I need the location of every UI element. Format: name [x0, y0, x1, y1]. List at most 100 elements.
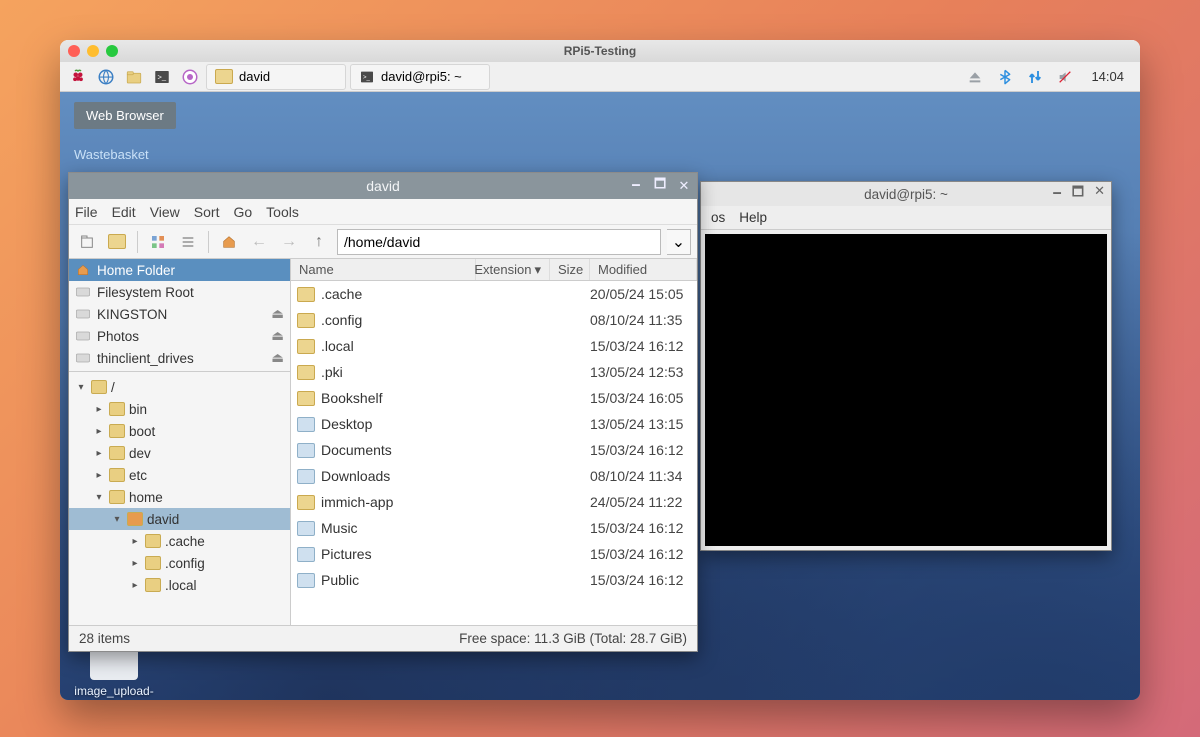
expand-toggle[interactable]: ▸	[93, 470, 105, 481]
list-view-icon[interactable]	[176, 230, 200, 254]
minimize-icon[interactable]: 🗕	[1053, 183, 1062, 205]
terminal-window[interactable]: david@rpi5: ~ 🗕 🗖 ✕ os Help	[700, 181, 1112, 551]
tree-node[interactable]: ▸ bin	[69, 398, 290, 420]
eject-icon[interactable]	[965, 67, 985, 87]
tree-node[interactable]: ▸.local	[69, 574, 290, 596]
expand-toggle[interactable]: ▾	[93, 492, 105, 503]
menu-item[interactable]: Help	[739, 210, 767, 225]
file-modified: 15/03/24 16:12	[590, 572, 697, 588]
raspberry-menu-icon[interactable]	[66, 65, 90, 89]
fm-titlebar[interactable]: david 🗕 🗖 ✕	[69, 173, 697, 199]
browser-launcher-icon[interactable]	[94, 65, 118, 89]
back-icon[interactable]: ←	[247, 230, 271, 254]
file-list[interactable]: .cache20/05/24 15:05.config08/10/24 11:3…	[291, 281, 697, 625]
bluetooth-icon[interactable]	[995, 67, 1015, 87]
desktop[interactable]: Web Browser Wastebasket image_upload- er…	[60, 92, 1140, 700]
file-name: Bookshelf	[321, 390, 382, 406]
tree-node[interactable]: ▸.config	[69, 552, 290, 574]
sidebar-place[interactable]: Photos⏏	[69, 325, 290, 347]
file-row[interactable]: .local15/03/24 16:12	[291, 333, 697, 359]
expand-toggle[interactable]: ▸	[93, 426, 105, 437]
folder-icon	[145, 534, 161, 548]
expand-toggle[interactable]: ▸	[129, 580, 141, 591]
expand-toggle[interactable]: ▸	[129, 558, 141, 569]
col-extension[interactable]: Extension ▾	[476, 259, 550, 280]
menu-tools[interactable]: Tools	[266, 204, 299, 220]
web-browser-button[interactable]: Web Browser	[74, 102, 176, 129]
wastebasket-label[interactable]: Wastebasket	[74, 147, 149, 162]
expand-toggle[interactable]: ▾	[111, 514, 123, 525]
menu-edit[interactable]: Edit	[112, 204, 136, 220]
sidebar-place[interactable]: KINGSTON⏏	[69, 303, 290, 325]
file-row[interactable]: Downloads08/10/24 11:34	[291, 463, 697, 489]
file-row[interactable]: immich-app24/05/24 11:22	[291, 489, 697, 515]
forward-icon[interactable]: →	[277, 230, 301, 254]
icon-view-icon[interactable]	[146, 230, 170, 254]
tree-node[interactable]: ▸.cache	[69, 530, 290, 552]
menu-go[interactable]: Go	[233, 204, 252, 220]
clock[interactable]: 14:04	[1085, 69, 1130, 84]
tree-node[interactable]: ▸dev	[69, 442, 290, 464]
file-modified: 15/03/24 16:12	[590, 546, 697, 562]
menu-item[interactable]: os	[711, 210, 725, 225]
task-label: david	[239, 69, 270, 84]
eject-icon[interactable]: ⏏	[271, 328, 284, 344]
menu-file[interactable]: File	[75, 204, 98, 220]
terminal-body[interactable]	[705, 234, 1107, 546]
menu-sort[interactable]: Sort	[194, 204, 220, 220]
file-row[interactable]: .pki13/05/24 12:53	[291, 359, 697, 385]
sidebar-place[interactable]: Filesystem Root	[69, 281, 290, 303]
expand-toggle[interactable]: ▾	[75, 382, 87, 393]
menu-view[interactable]: View	[150, 204, 180, 220]
file-modified: 08/10/24 11:34	[590, 468, 697, 484]
eject-icon[interactable]: ⏏	[271, 350, 284, 366]
column-headers[interactable]: Name Extension ▾ Size Modified	[291, 259, 697, 281]
folder-icon	[91, 380, 107, 394]
expand-toggle[interactable]: ▸	[93, 448, 105, 459]
col-size[interactable]: Size	[550, 259, 590, 280]
maximize-icon[interactable]: 🗖	[653, 179, 667, 193]
network-icon[interactable]	[1025, 67, 1045, 87]
tree-node[interactable]: ▸etc	[69, 464, 290, 486]
tree-node[interactable]: ▾david	[69, 508, 290, 530]
taskbar-task-files[interactable]: david	[206, 64, 346, 90]
file-row[interactable]: Music15/03/24 16:12	[291, 515, 697, 541]
file-row[interactable]: Desktop13/05/24 13:15	[291, 411, 697, 437]
volume-muted-icon[interactable]	[1055, 67, 1075, 87]
file-row[interactable]: .config08/10/24 11:35	[291, 307, 697, 333]
close-icon[interactable]: ✕	[677, 179, 691, 193]
tree-label: bin	[129, 402, 147, 417]
help-launcher-icon[interactable]	[178, 65, 202, 89]
new-folder-icon[interactable]	[105, 230, 129, 254]
files-launcher-icon[interactable]	[122, 65, 146, 89]
tree-node[interactable]: ▾/	[69, 376, 290, 398]
taskbar-task-terminal[interactable]: >_ david@rpi5: ~	[350, 64, 490, 90]
expand-toggle[interactable]: ▸	[93, 404, 105, 415]
terminal-launcher-icon[interactable]: >_	[150, 65, 174, 89]
file-row[interactable]: Public15/03/24 16:12	[291, 567, 697, 593]
tree-node[interactable]: ▸boot	[69, 420, 290, 442]
tree-node[interactable]: ▾home	[69, 486, 290, 508]
path-input[interactable]: /home/david	[337, 229, 661, 255]
file-row[interactable]: .cache20/05/24 15:05	[291, 281, 697, 307]
close-icon[interactable]: ✕	[1094, 183, 1105, 205]
path-history-dropdown[interactable]: ⌄	[667, 229, 691, 255]
file-modified: 08/10/24 11:35	[590, 312, 697, 328]
sidebar-place[interactable]: thinclient_drives⏏	[69, 347, 290, 369]
new-tab-icon[interactable]	[75, 230, 99, 254]
sidebar-place[interactable]: Home Folder	[69, 259, 290, 281]
maximize-icon[interactable]: 🗖	[1072, 183, 1084, 205]
file-row[interactable]: Bookshelf15/03/24 16:05	[291, 385, 697, 411]
col-modified[interactable]: Modified	[590, 259, 697, 280]
vm-titlebar[interactable]: RPi5-Testing	[60, 40, 1140, 62]
expand-toggle[interactable]: ▸	[129, 536, 141, 547]
file-manager-window[interactable]: david 🗕 🗖 ✕ File Edit View Sort Go Tools	[68, 172, 698, 652]
minimize-icon[interactable]: 🗕	[629, 179, 643, 193]
eject-icon[interactable]: ⏏	[271, 306, 284, 322]
home-icon[interactable]	[217, 230, 241, 254]
file-row[interactable]: Pictures15/03/24 16:12	[291, 541, 697, 567]
file-row[interactable]: Documents15/03/24 16:12	[291, 437, 697, 463]
up-icon[interactable]: ↑	[307, 230, 331, 254]
terminal-titlebar[interactable]: david@rpi5: ~ 🗕 🗖 ✕	[701, 182, 1111, 206]
col-name[interactable]: Name	[291, 259, 476, 280]
